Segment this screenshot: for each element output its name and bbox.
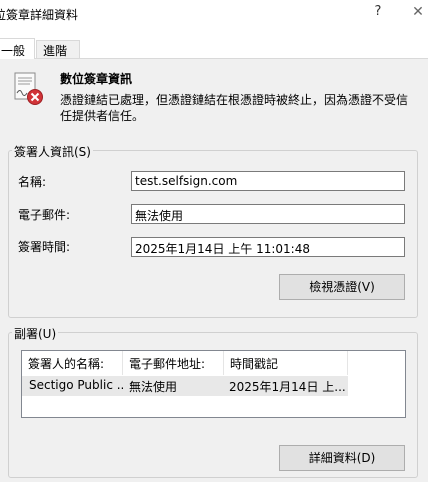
column-header-signer-name[interactable]: 簽署人的名稱: xyxy=(22,351,123,375)
countersignatures-group-label: 副署(U) xyxy=(12,325,59,342)
tab-general[interactable]: 一般 xyxy=(0,38,35,60)
title-bar: 位簽章詳細資料 ? ✕ xyxy=(0,0,428,30)
tab-strip: 一般 進階 xyxy=(0,38,428,60)
tab-advanced[interactable]: 進階 xyxy=(36,40,80,59)
countersignatures-list[interactable]: 簽署人的名稱: 電子郵件地址: 時間戳記 Sectigo Public ... … xyxy=(21,350,406,418)
info-message: 憑證鏈結已處理，但憑證鏈結在根憑證時被終止，因為憑證不受信任提供者信任。 xyxy=(60,93,409,123)
close-button[interactable]: ✕ xyxy=(408,4,428,24)
signer-email-label: 電子郵件: xyxy=(18,208,71,222)
signer-email-field[interactable]: 無法使用 xyxy=(131,204,405,224)
list-header: 簽署人的名稱: 電子郵件地址: 時間戳記 xyxy=(22,351,405,375)
tab-page-general: 數位簽章資訊 憑證鏈結已處理，但憑證鏈結在根憑證時被終止，因為憑證不受信任提供者… xyxy=(0,59,428,482)
list-row[interactable]: Sectigo Public ... 無法使用 2025年1月14日 上... xyxy=(22,376,348,396)
signer-name-field[interactable]: test.selfsign.com xyxy=(131,171,405,191)
signing-time-field[interactable]: 2025年1月14日 上午 11:01:48 xyxy=(131,237,405,257)
row-timestamp: 2025年1月14日 上... xyxy=(229,380,346,394)
column-header-timestamp[interactable]: 時間戳記 xyxy=(224,351,348,375)
details-button[interactable]: 詳細資料(D) xyxy=(279,445,405,471)
column-header-email[interactable]: 電子郵件地址: xyxy=(123,351,224,375)
window-title: 位簽章詳細資料 xyxy=(0,8,79,22)
signing-time-label: 簽署時間: xyxy=(18,240,71,254)
certificate-error-icon xyxy=(14,72,43,105)
row-email: 無法使用 xyxy=(129,380,178,394)
info-heading: 數位簽章資訊 xyxy=(60,72,133,86)
signer-name-label: 名稱: xyxy=(18,175,47,189)
view-certificate-button[interactable]: 檢視憑證(V) xyxy=(279,274,405,300)
help-button[interactable]: ? xyxy=(368,4,388,24)
signer-info-group-label: 簽署人資訊(S) xyxy=(12,143,93,160)
row-signer-name: Sectigo Public ... xyxy=(29,378,123,392)
